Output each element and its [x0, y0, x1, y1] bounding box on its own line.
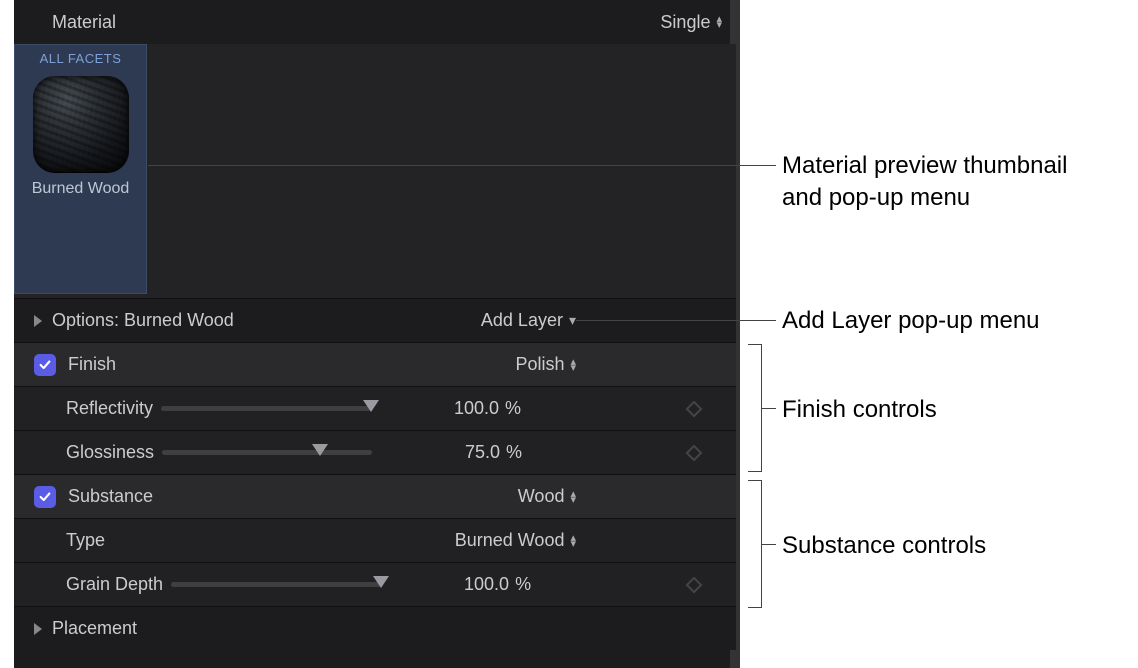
substance-label: Substance [68, 486, 153, 507]
material-mode-value: Single [660, 12, 710, 33]
reflectivity-row: Reflectivity 100.0 % [14, 386, 736, 430]
bracket-icon [748, 480, 762, 608]
glossiness-slider[interactable] [162, 450, 372, 455]
chevron-down-icon: ▾ [569, 312, 576, 329]
options-label: Options: Burned Wood [52, 310, 234, 331]
placement-row: Placement [14, 606, 736, 650]
type-label: Type [66, 530, 105, 551]
bracket-icon [748, 344, 762, 472]
updown-icon [570, 535, 576, 547]
facets-area: ALL FACETS Burned Wood [14, 44, 736, 298]
substance-preset-value: Wood [518, 486, 565, 507]
material-thumbnail[interactable] [33, 76, 129, 172]
facet-tab: ALL FACETS [15, 51, 146, 66]
callout-substance: Substance controls [782, 530, 986, 562]
finish-checkbox[interactable] [34, 354, 56, 376]
reflectivity-value[interactable]: 100.0 [389, 398, 499, 419]
finish-section: Finish Polish [14, 342, 736, 386]
facet-name: Burned Wood [15, 180, 146, 198]
keyframe-icon[interactable] [686, 400, 703, 417]
finish-preset-popup[interactable]: Polish [515, 354, 576, 375]
glossiness-unit: % [500, 442, 530, 463]
callout-leader [148, 165, 776, 166]
glossiness-label: Glossiness [66, 442, 154, 463]
material-mode-popup[interactable]: Single [660, 12, 722, 33]
updown-icon [570, 491, 576, 503]
callout-preview: Material preview thumbnail and pop-up me… [782, 150, 1067, 215]
type-row: Type Burned Wood [14, 518, 736, 562]
callout-finish: Finish controls [782, 394, 937, 426]
grain-depth-unit: % [509, 574, 539, 595]
keyframe-icon[interactable] [686, 576, 703, 593]
material-panel: Material Single ALL FACETS Burned Wood O… [14, 0, 740, 668]
updown-icon [570, 359, 576, 371]
disclosure-triangle-icon[interactable] [34, 315, 42, 327]
grain-depth-label: Grain Depth [66, 574, 163, 595]
keyframe-icon[interactable] [686, 444, 703, 461]
type-value: Burned Wood [455, 530, 565, 551]
reflectivity-label: Reflectivity [66, 398, 153, 419]
material-label: Material [52, 12, 116, 33]
substance-section: Substance Wood [14, 474, 736, 518]
type-popup[interactable]: Burned Wood [455, 530, 576, 551]
finish-preset-value: Polish [515, 354, 564, 375]
placement-label: Placement [52, 618, 137, 639]
glossiness-row: Glossiness 75.0 % [14, 430, 736, 474]
disclosure-triangle-icon[interactable] [34, 623, 42, 635]
callout-add-layer: Add Layer pop-up menu [782, 305, 1040, 337]
finish-label: Finish [68, 354, 116, 375]
facet-card[interactable]: ALL FACETS Burned Wood [14, 44, 147, 294]
callout-leader [762, 408, 776, 409]
grain-depth-slider[interactable] [171, 582, 381, 587]
add-layer-label: Add Layer [481, 310, 563, 331]
reflectivity-unit: % [499, 398, 529, 419]
grain-depth-row: Grain Depth 100.0 % [14, 562, 736, 606]
reflectivity-slider[interactable] [161, 406, 371, 411]
substance-preset-popup[interactable]: Wood [518, 486, 576, 507]
material-header: Material Single [14, 0, 736, 44]
add-layer-popup[interactable]: Add Layer ▾ [481, 310, 576, 331]
glossiness-value[interactable]: 75.0 [390, 442, 500, 463]
grain-depth-value[interactable]: 100.0 [399, 574, 509, 595]
updown-icon [716, 16, 722, 28]
callout-leader [762, 544, 776, 545]
substance-checkbox[interactable] [34, 486, 56, 508]
callout-leader [576, 320, 776, 321]
